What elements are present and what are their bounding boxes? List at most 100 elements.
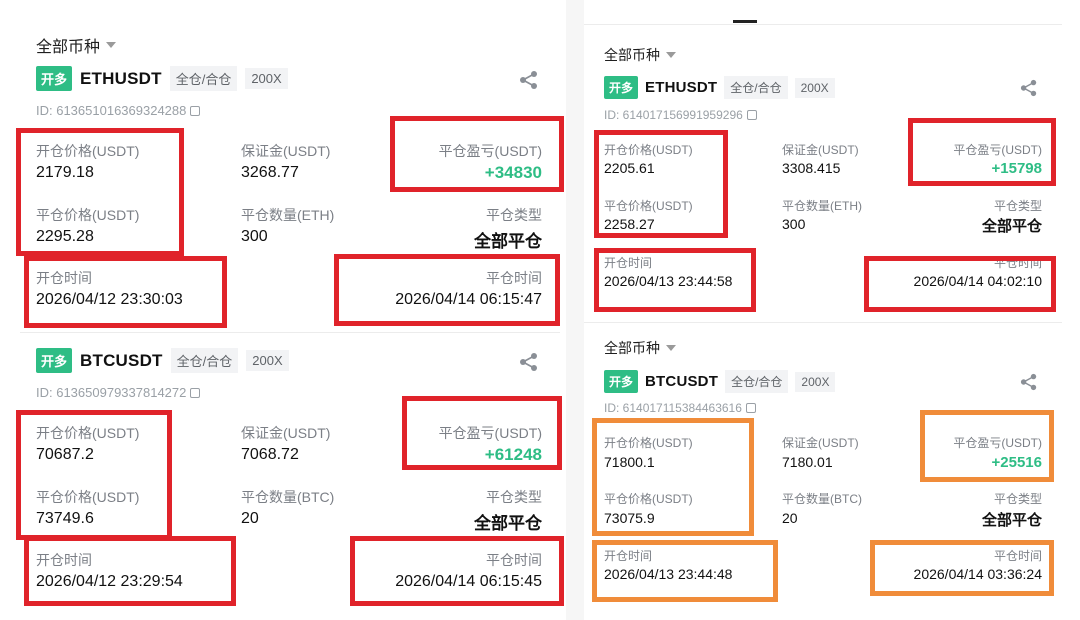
close-type-value: 全部平仓: [981, 512, 1042, 529]
card-header: 开多 BTCUSDT 全仓/合仓 200X: [604, 370, 836, 393]
close-time-value: 2026/04/14 06:15:45: [395, 573, 542, 590]
leverage-tag: 200X: [245, 68, 288, 89]
copy-icon[interactable]: [190, 387, 201, 398]
highlight-box-close-time: [350, 536, 564, 606]
order-id-text: ID: 613651016369324288: [36, 103, 187, 118]
highlight-box-close-time: [334, 254, 560, 326]
leverage-tag: 200X: [794, 77, 835, 98]
close-time-label: 平仓时间: [486, 270, 542, 286]
open-time-label: 开仓时间: [604, 256, 653, 270]
close-type-label: 平仓类型: [486, 207, 542, 223]
side-badge: 开多: [36, 66, 73, 91]
close-price-label: 平仓价格(USDT): [604, 492, 693, 506]
close-time-value: 2026/04/14 04:02:10: [913, 273, 1042, 289]
close-price-value: 2295.28: [36, 228, 94, 245]
margin-mode-tag: 全仓/合仓: [725, 370, 789, 393]
close-type-value: 全部平仓: [474, 514, 542, 533]
open-time-value: 2026/04/13 23:44:58: [604, 273, 733, 289]
order-id: ID: 614017156991959296: [604, 108, 757, 122]
close-price-value: 2258.27: [604, 216, 655, 232]
open-time-label: 开仓时间: [36, 552, 92, 568]
card-divider: [20, 332, 560, 333]
pnl-label: 平仓盈亏(USDT): [438, 143, 542, 159]
panel-separator: [566, 0, 584, 620]
margin-label: 保证金(USDT): [782, 436, 859, 450]
leverage-tag: 200X: [795, 371, 836, 392]
close-time-value: 2026/04/14 06:15:47: [395, 291, 542, 308]
pnl-label: 平仓盈亏(USDT): [438, 425, 542, 441]
copy-icon[interactable]: [746, 110, 757, 120]
open-price-label: 开仓价格(USDT): [604, 143, 693, 157]
close-type-label: 平仓类型: [993, 492, 1042, 506]
copy-icon[interactable]: [190, 105, 201, 116]
share-icon[interactable]: [519, 70, 539, 90]
copy-icon[interactable]: [745, 403, 756, 413]
open-time-value: 2026/04/13 23:44:48: [604, 566, 733, 582]
coin-filter[interactable]: 全部币种: [604, 45, 676, 65]
close-type-label: 平仓类型: [993, 199, 1042, 213]
share-icon[interactable]: [519, 352, 539, 372]
close-price-label: 平仓价格(USDT): [36, 207, 140, 223]
card-divider: [584, 322, 1062, 323]
symbol: ETHUSDT: [80, 68, 162, 88]
coin-filter[interactable]: 全部币种: [36, 33, 117, 57]
close-type-label: 平仓类型: [486, 489, 542, 505]
close-type-value: 全部平仓: [474, 232, 542, 251]
card-header: 开多 ETHUSDT 全仓/合仓 200X: [36, 66, 288, 91]
pnl-value: +34830: [484, 163, 542, 182]
close-time-label: 平仓时间: [486, 552, 542, 568]
open-time-label: 开仓时间: [604, 549, 653, 563]
margin-label: 保证金(USDT): [782, 143, 859, 157]
order-id-text: ID: 614017115384463616: [604, 401, 742, 415]
pnl-value: +15798: [991, 160, 1042, 177]
close-price-label: 平仓价格(USDT): [36, 489, 140, 505]
symbol: BTCUSDT: [645, 373, 719, 390]
card-header: 开多 ETHUSDT 全仓/合仓 200X: [604, 76, 835, 99]
margin-label: 保证金(USDT): [241, 143, 331, 159]
margin-value: 7180.01: [782, 454, 833, 470]
order-id-text: ID: 614017156991959296: [604, 108, 743, 122]
close-qty-label: 平仓数量(BTC): [241, 489, 335, 505]
share-icon[interactable]: [1020, 79, 1038, 97]
margin-mode-tag: 全仓/合仓: [169, 66, 238, 91]
order-id: ID: 613651016369324288: [36, 103, 201, 118]
symbol: ETHUSDT: [645, 79, 718, 96]
coin-filter[interactable]: 全部币种: [604, 338, 676, 358]
close-qty-label: 平仓数量(ETH): [241, 207, 335, 223]
side-badge: 开多: [604, 370, 639, 393]
tab-indicator: [733, 20, 757, 23]
close-qty-label: 平仓数量(BTC): [782, 492, 862, 506]
close-qty-value: 20: [782, 510, 798, 526]
coin-filter-label: 全部币种: [604, 47, 660, 63]
open-time-value: 2026/04/12 23:29:54: [36, 573, 183, 590]
margin-value: 7068.72: [241, 446, 299, 463]
side-badge: 开多: [36, 348, 73, 373]
caret-down-icon: [666, 52, 676, 58]
highlight-box-open-time: [24, 536, 236, 606]
caret-down-icon: [666, 345, 676, 351]
pnl-label: 平仓盈亏(USDT): [953, 436, 1042, 450]
margin-value: 3308.415: [782, 160, 841, 176]
share-icon[interactable]: [1020, 373, 1038, 391]
close-price-label: 平仓价格(USDT): [604, 199, 693, 213]
pnl-value: +61248: [484, 445, 542, 464]
open-price-label: 开仓价格(USDT): [604, 436, 693, 450]
top-divider: [584, 24, 1062, 25]
coin-filter-label: 全部币种: [36, 39, 101, 56]
close-qty-value: 300: [782, 216, 806, 232]
margin-label: 保证金(USDT): [241, 425, 331, 441]
close-price-value: 73075.9: [604, 510, 655, 526]
caret-down-icon: [106, 42, 117, 48]
close-time-label: 平仓时间: [993, 549, 1042, 563]
order-id: ID: 613650979337814272: [36, 385, 201, 400]
card-header: 开多 BTCUSDT 全仓/合仓 200X: [36, 348, 289, 373]
pnl-value: +25516: [991, 454, 1042, 471]
order-id: ID: 614017115384463616: [604, 401, 756, 415]
close-type-value: 全部平仓: [981, 218, 1042, 235]
margin-mode-tag: 全仓/合仓: [724, 76, 788, 99]
close-price-value: 73749.6: [36, 510, 94, 527]
close-qty-value: 300: [241, 228, 268, 245]
order-id-text: ID: 613650979337814272: [36, 385, 187, 400]
close-time-label: 平仓时间: [993, 256, 1042, 270]
close-time-value: 2026/04/14 03:36:24: [913, 566, 1042, 582]
